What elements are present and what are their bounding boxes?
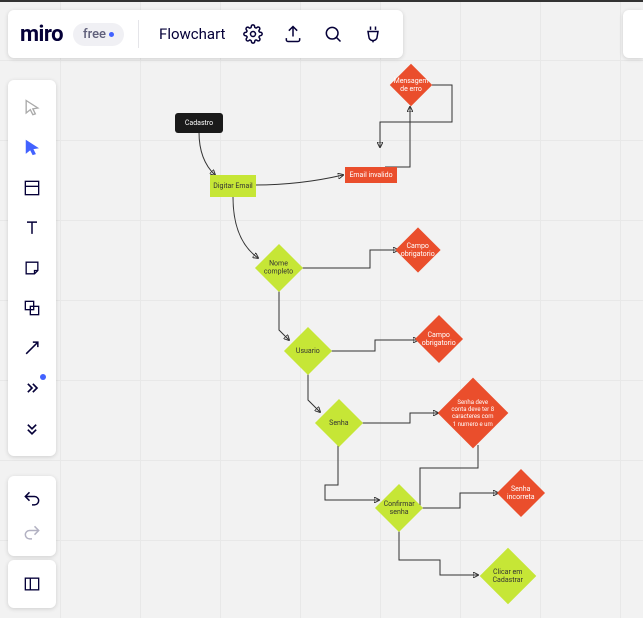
node-campo-obrigatorio-1[interactable]: Campo obrigatorio (395, 227, 440, 272)
tool-shape[interactable] (14, 288, 50, 328)
node-label: Senha (325, 419, 353, 427)
node-label: Nome completo (264, 260, 293, 277)
board-title[interactable]: Flowchart (153, 25, 231, 43)
export-button[interactable] (275, 16, 311, 52)
node-email-invalido[interactable]: Email invalido (345, 167, 397, 183)
tool-sticky[interactable] (14, 248, 50, 288)
plan-label: free (83, 27, 106, 42)
tool-select[interactable] (14, 88, 50, 128)
plug-button[interactable] (355, 16, 391, 52)
node-label: Senha deve conta deve ter 8 caracteres c… (451, 399, 495, 428)
text-icon (22, 218, 42, 238)
node-clicar-cadastrar[interactable]: Clicar em Cadastrar (480, 548, 537, 605)
cursor-icon (22, 138, 42, 158)
node-campo-obrigatorio-2[interactable]: Campo obrigatorio (415, 315, 463, 363)
plan-badge[interactable]: free (73, 23, 124, 46)
plan-dot-icon (109, 32, 114, 37)
tool-text[interactable] (14, 208, 50, 248)
node-label: Usuario (294, 347, 322, 355)
canvas-grid[interactable] (0, 0, 643, 618)
divider (138, 20, 139, 48)
node-label: Email invalido (349, 171, 392, 179)
upload-icon (283, 24, 303, 44)
undo-icon (22, 489, 42, 509)
right-panel-edge[interactable] (623, 10, 643, 58)
topbar: miro free Flowchart (8, 10, 403, 58)
sticky-note-icon (22, 258, 42, 278)
chevrons-down-icon (22, 418, 42, 438)
node-confirmar-senha[interactable]: Confirmar senha (375, 484, 423, 532)
connectors (0, 0, 643, 618)
toolbar (8, 80, 56, 456)
undo-button[interactable] (14, 482, 50, 516)
panel-toggle-button[interactable] (8, 560, 56, 608)
node-nome-completo[interactable]: Nome completo (255, 244, 303, 292)
node-cadastro[interactable]: Cadastro (175, 113, 223, 133)
cursor-outline-icon (22, 98, 42, 118)
node-digitar-email[interactable]: Digitar Email (210, 175, 256, 197)
logo[interactable]: miro (20, 22, 63, 47)
node-label: Clicar em Cadastrar (491, 568, 525, 585)
node-label: Digitar Email (213, 182, 252, 190)
node-mensagem-erro[interactable]: Mensagem de erro (390, 64, 432, 106)
undo-redo-panel (8, 476, 56, 556)
chevrons-right-icon (22, 378, 42, 398)
tool-expand[interactable] (14, 408, 50, 448)
node-senha-regras[interactable]: Senha deve conta deve ter 8 caracteres c… (438, 378, 509, 449)
tool-more[interactable] (14, 368, 50, 408)
plug-icon (363, 24, 383, 44)
top-border (0, 0, 643, 2)
tool-line[interactable] (14, 328, 50, 368)
node-senha[interactable]: Senha (315, 399, 363, 447)
node-label: Campo obrigatorio (422, 331, 456, 348)
node-label: Cadastro (185, 119, 213, 127)
sidebar-icon (22, 574, 42, 594)
frame-icon (22, 178, 42, 198)
node-label: Mensagem de erro (394, 77, 429, 94)
arrow-icon (22, 338, 42, 358)
settings-button[interactable] (235, 16, 271, 52)
node-label: Campo obrigatorio (401, 242, 435, 259)
tool-frame[interactable] (14, 168, 50, 208)
tool-cursor[interactable] (14, 128, 50, 168)
redo-icon (22, 523, 42, 543)
shape-icon (22, 298, 42, 318)
node-label: Confirmar senha (384, 500, 415, 517)
gear-icon (243, 24, 263, 44)
search-icon (323, 24, 343, 44)
notification-dot-icon (40, 374, 46, 380)
node-senha-incorreta[interactable]: Senha incorreta (497, 469, 545, 517)
redo-button[interactable] (14, 516, 50, 550)
search-button[interactable] (315, 16, 351, 52)
node-usuario[interactable]: Usuario (284, 327, 332, 375)
node-label: Senha incorreta (507, 485, 535, 502)
